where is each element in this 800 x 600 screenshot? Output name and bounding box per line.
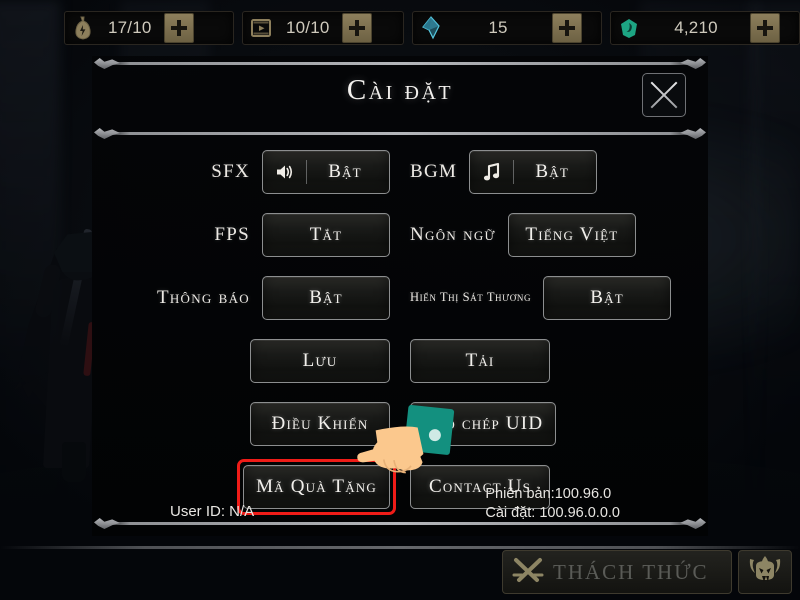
setting-sfx: SFX Bật [92,149,400,194]
save-label: Lưu [302,349,338,371]
setting-label-notification: Thông báo [156,286,250,308]
load-label: Tải [465,349,495,371]
damage-display-toggle-button[interactable]: Bật [543,275,672,320]
demon-skull-icon [746,553,784,592]
settings-row: FPS Tắt Ngôn ngữ Tiếng Việt [92,203,708,266]
currency-item-ticket: 10/10 [242,11,404,45]
settings-row: Điều Khiển Sao chép UID [92,392,708,455]
setting-label-bgm: BGM [410,160,458,182]
currency-item-soul: 4,210 [610,11,800,45]
challenge-label: THÁCH THỨC [553,559,709,584]
music-note-icon [470,151,515,193]
bgm-value: Bật [535,160,569,182]
load-button[interactable]: Tải [410,338,550,383]
damage-display-value: Bật [590,286,624,308]
user-id-text: User ID: N/A [170,503,255,520]
gift-code-label: Mã Quà Tặng [256,475,377,497]
currency-value: 17/10 [108,18,152,37]
settings-dialog: Cài đặt SFX Bật BGM Bật FPS Tắt Ngôn ngữ… [92,56,708,536]
stamina-pouch-icon [68,13,98,43]
speaker-icon [263,151,307,193]
setting-gift-code: Mã Quà Tặng [92,458,400,515]
game-screen: 17/10 10/10 15 4,210 Cài đặt SFX Bật BGM… [0,0,800,600]
hud-divider [0,546,800,549]
sfx-value: Bật [328,160,362,182]
dialog-divider-mid [100,132,700,135]
bgm-toggle-button[interactable]: Bật [469,149,598,194]
settings-row: Lưu Tải [92,329,708,392]
currency-item-stamina: 17/10 [64,11,234,45]
settings-row: Thông báo Bật Hiển Thị Sát Thương Bật [92,266,708,329]
currency-value: 4,210 [674,18,718,37]
currency-item-crystal: 15 [412,11,602,45]
controls-label: Điều Khiển [271,412,369,434]
setting-save: Lưu [92,338,400,383]
settings-row: SFX Bật BGM Bật [92,140,708,203]
language-value: Tiếng Việt [525,223,619,245]
settings-rows: SFX Bật BGM Bật FPS Tắt Ngôn ngữ Tiếng V… [92,140,708,518]
add-soul-button[interactable] [750,13,780,43]
setting-bgm: BGM Bật [400,149,708,194]
crossed-swords-icon [511,555,545,590]
silhouette-leg [62,442,86,482]
version-block: Phiên bản:100.96.0 Cài đặt: 100.96.0.0.0 [485,485,620,524]
notification-toggle-button[interactable]: Bật [262,275,390,320]
green-soul-icon [614,13,644,43]
setting-language: Ngôn ngữ Tiếng Việt [400,212,708,257]
setting-copy-uid: Sao chép UID [400,401,708,446]
add-crystal-button[interactable] [552,13,582,43]
demon-button[interactable] [738,550,792,594]
copy-uid-button[interactable]: Sao chép UID [410,401,557,446]
setting-label-fps: FPS [214,223,250,245]
setting-label-language: Ngôn ngữ [410,223,496,245]
add-ticket-button[interactable] [341,13,372,43]
setting-load: Tải [400,338,708,383]
setting-fps: FPS Tắt [92,212,400,257]
setting-label-damage-display: Hiển Thị Sát Thương [410,290,532,304]
dialog-divider-bottom [100,522,700,525]
gift-code-button[interactable]: Mã Quà Tặng [237,458,396,515]
controls-button[interactable]: Điều Khiển [250,401,390,446]
challenge-button[interactable]: THÁCH THỨC [502,550,732,594]
currency-value: 15 [488,18,508,37]
save-button[interactable]: Lưu [250,338,390,383]
setting-damage-display: Hiển Thị Sát Thương Bật [400,275,708,320]
language-select-button[interactable]: Tiếng Việt [507,212,636,257]
setting-controls: Điều Khiển [92,401,400,446]
fps-toggle-button[interactable]: Tắt [262,212,390,257]
version-text: Phiên bản:100.96.0 [485,485,612,502]
currency-bar: 17/10 10/10 15 4,210 [0,0,800,56]
copy-uid-label: Sao chép UID [423,412,544,434]
crystal-gem-icon [416,13,446,43]
add-stamina-button[interactable] [163,13,194,43]
dialog-divider-top [100,62,700,65]
bottom-hud-bar: THÁCH THỨC [0,544,800,600]
notification-value: Bật [309,286,343,308]
film-ticket-icon [246,13,276,43]
sfx-toggle-button[interactable]: Bật [262,149,390,194]
close-icon[interactable] [642,73,686,117]
currency-value: 10/10 [286,18,330,37]
setting-label-sfx: SFX [211,160,250,182]
setting-notification: Thông báo Bật [92,275,400,320]
dialog-title: Cài đặt [346,74,454,106]
fps-value: Tắt [309,223,343,245]
